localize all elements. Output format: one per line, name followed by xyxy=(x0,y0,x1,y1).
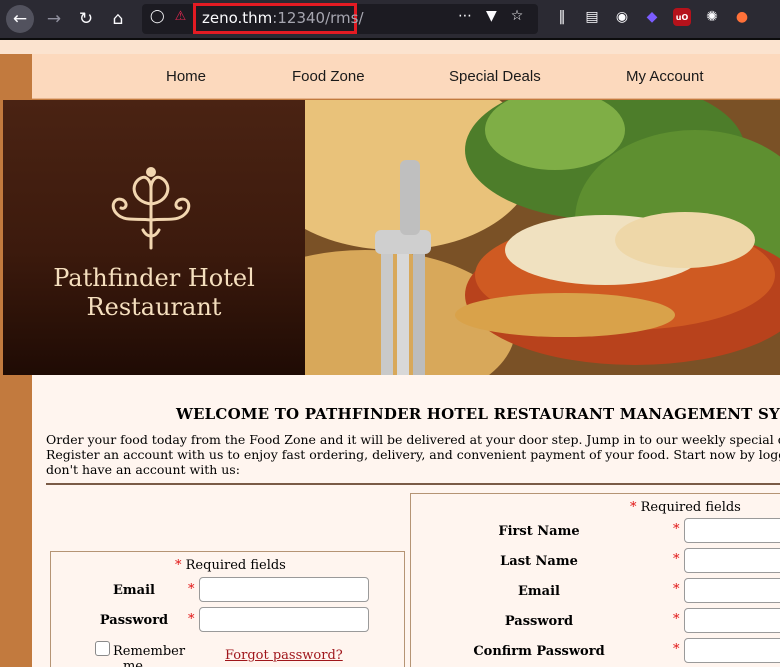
login-required-note: * Required fields xyxy=(175,558,286,573)
last-name-star: * xyxy=(673,552,680,567)
header-banner: Pathfinder Hotel Restaurant xyxy=(3,100,780,375)
register-password-star: * xyxy=(673,612,680,627)
back-arrow-icon[interactable]: ← xyxy=(6,5,34,33)
insecure-lock-icon: ⚠ xyxy=(174,9,187,24)
login-required-text: Required fields xyxy=(185,558,286,573)
browser-toolbar: ← → ↻ ⌂ ◯ ⚠ zeno.thm:12340/rms/ ⋯ ▼ ☆ ‖ … xyxy=(0,0,780,38)
register-email-star: * xyxy=(673,582,680,597)
fleur-ornament-icon xyxy=(111,167,191,250)
login-email-star: * xyxy=(188,582,195,597)
register-password-input[interactable] xyxy=(684,608,780,633)
first-name-input[interactable] xyxy=(684,518,780,543)
shield-icon: ◯ xyxy=(150,9,165,24)
lasagna-illustration xyxy=(305,100,780,375)
library-icon[interactable]: ‖ xyxy=(553,8,571,26)
register-email-input[interactable] xyxy=(684,578,780,603)
first-name-label: First Name xyxy=(498,524,580,539)
intro-line-2: Register an account with us to enjoy fas… xyxy=(46,447,780,462)
login-password-star: * xyxy=(188,612,195,627)
web-page: Home Food Zone Special Deals My Account … xyxy=(0,40,780,667)
lasagna-photo xyxy=(305,100,780,375)
confirm-password-label: Confirm Password xyxy=(473,644,605,659)
hotel-name-line2: Restaurant xyxy=(86,293,222,321)
register-form: * Required fields First Name * Last Name… xyxy=(410,493,780,667)
intro-line-3: don't have an account with us: xyxy=(46,462,240,477)
more-icon[interactable]: ⋯ xyxy=(458,8,472,24)
nav-food-zone[interactable]: Food Zone xyxy=(292,68,365,85)
extension-purple-icon[interactable]: ◆ xyxy=(643,8,661,26)
login-email-label: Email xyxy=(113,583,155,598)
cookie-icon[interactable]: ✺ xyxy=(703,8,721,26)
bookmark-star-icon[interactable]: ☆ xyxy=(511,8,524,24)
remember-line-2: me xyxy=(122,659,144,667)
confirm-password-input[interactable] xyxy=(684,638,780,663)
hotel-name: Pathfinder Hotel Restaurant xyxy=(3,264,305,322)
main-nav: Home Food Zone Special Deals My Account xyxy=(32,54,780,99)
main-content: WELCOME TO PATHFINDER HOTEL RESTAURANT M… xyxy=(32,375,780,667)
register-email-label: Email xyxy=(518,584,560,599)
nav-home[interactable]: Home xyxy=(166,68,206,85)
required-star: * xyxy=(630,500,637,515)
required-star: * xyxy=(175,558,182,573)
nav-special-deals[interactable]: Special Deals xyxy=(449,68,541,85)
confirm-password-star: * xyxy=(673,642,680,657)
last-name-label: Last Name xyxy=(500,554,578,569)
forward-arrow-icon[interactable]: → xyxy=(40,5,68,33)
login-password-label: Password xyxy=(99,613,169,628)
account-icon[interactable]: ◉ xyxy=(613,8,631,26)
register-required-text: Required fields xyxy=(640,500,741,515)
url-path: :12340/rms/ xyxy=(272,9,364,27)
reload-icon[interactable]: ↻ xyxy=(72,5,100,33)
extension-orange-icon[interactable]: ● xyxy=(733,8,751,26)
last-name-input[interactable] xyxy=(684,548,780,573)
nav-my-account[interactable]: My Account xyxy=(626,68,704,85)
url-host: zeno.thm xyxy=(202,9,273,27)
url-security-icons: ◯ ⚠ xyxy=(150,9,186,24)
extensions-bar: ‖ ▤ ◉ ◆ uO ✺ ● xyxy=(553,8,751,26)
welcome-heading: WELCOME TO PATHFINDER HOTEL RESTAURANT M… xyxy=(176,405,780,423)
login-password-input[interactable] xyxy=(199,607,369,632)
url-text[interactable]: zeno.thm:12340/rms/ xyxy=(202,9,364,27)
reader-view-icon[interactable]: ▤ xyxy=(583,8,601,26)
register-password-label: Password xyxy=(504,614,574,629)
first-name-star: * xyxy=(673,522,680,537)
home-icon[interactable]: ⌂ xyxy=(104,5,132,33)
register-required-note: * Required fields xyxy=(630,500,741,515)
section-divider xyxy=(46,483,780,485)
intro-line-1: Order your food today from the Food Zone… xyxy=(46,432,780,447)
url-actions: ⋯ ▼ ☆ xyxy=(458,8,523,24)
pocket-icon[interactable]: ▼ xyxy=(486,8,497,24)
page-top-strip xyxy=(0,40,780,54)
banner-logo-panel: Pathfinder Hotel Restaurant xyxy=(3,100,305,375)
login-form: * Required fields Email * Password * Rem… xyxy=(50,551,405,667)
forgot-password-link[interactable]: Forgot password? xyxy=(225,648,343,663)
hotel-name-line1: Pathfinder Hotel xyxy=(53,264,255,292)
ublock-icon[interactable]: uO xyxy=(673,8,691,26)
remember-line-1: Remember xyxy=(113,644,186,659)
remember-me-label: Remember me xyxy=(93,644,186,667)
intro-text: Order your food today from the Food Zone… xyxy=(46,432,780,477)
login-email-input[interactable] xyxy=(199,577,369,602)
